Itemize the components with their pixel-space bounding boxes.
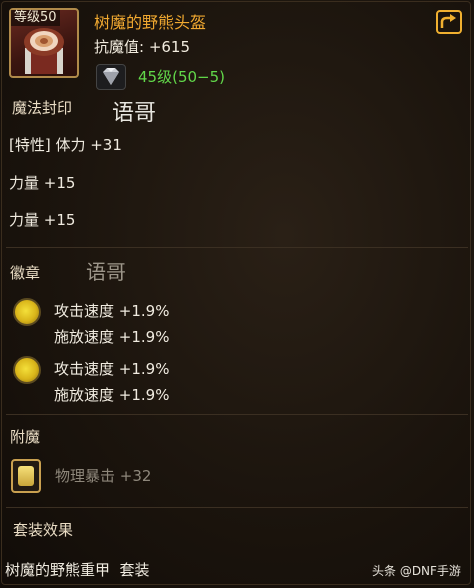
diamond-gem-icon — [96, 64, 126, 90]
seal-line: [特性] 体力 +31 — [9, 136, 122, 154]
enchant-header: 附魔 — [10, 428, 41, 446]
emblem-icon — [13, 298, 41, 326]
enchant-card-icon — [11, 459, 41, 493]
share-icon[interactable] — [436, 10, 462, 34]
emblem-stat: 施放速度 +1.9% — [54, 328, 170, 346]
watermark-text: 语哥 — [86, 260, 126, 284]
emblem-stat: 攻击速度 +1.9% — [54, 302, 170, 320]
source-watermark: 头条 @DNF手游 — [372, 564, 461, 578]
emblem-stat: 攻击速度 +1.9% — [54, 360, 170, 378]
emblem-header: 徽章 — [10, 264, 41, 282]
divider — [6, 414, 468, 415]
magic-resist-stat: 抗魔值: +615 — [94, 38, 191, 56]
divider — [6, 247, 468, 248]
set-effect-header: 套装效果 — [13, 521, 74, 539]
gem-level-text: 45级(50−5) — [138, 68, 225, 86]
emblem-icon — [13, 356, 41, 384]
seal-line: 力量 +15 — [9, 211, 76, 229]
tooltip-frame — [1, 1, 471, 585]
divider — [6, 507, 468, 508]
set-name: 树魔的野熊重甲 套装 — [5, 561, 150, 579]
item-level-badge: 等级50 — [11, 10, 60, 26]
emblem-stat: 施放速度 +1.9% — [54, 386, 170, 404]
enchant-stat: 物理暴击 +32 — [55, 467, 152, 485]
item-name: 树魔的野熊头盔 — [94, 13, 207, 32]
watermark-text: 语哥 — [112, 101, 157, 126]
seal-line: 力量 +15 — [9, 174, 76, 192]
magic-seal-header: 魔法封印 — [12, 99, 73, 117]
